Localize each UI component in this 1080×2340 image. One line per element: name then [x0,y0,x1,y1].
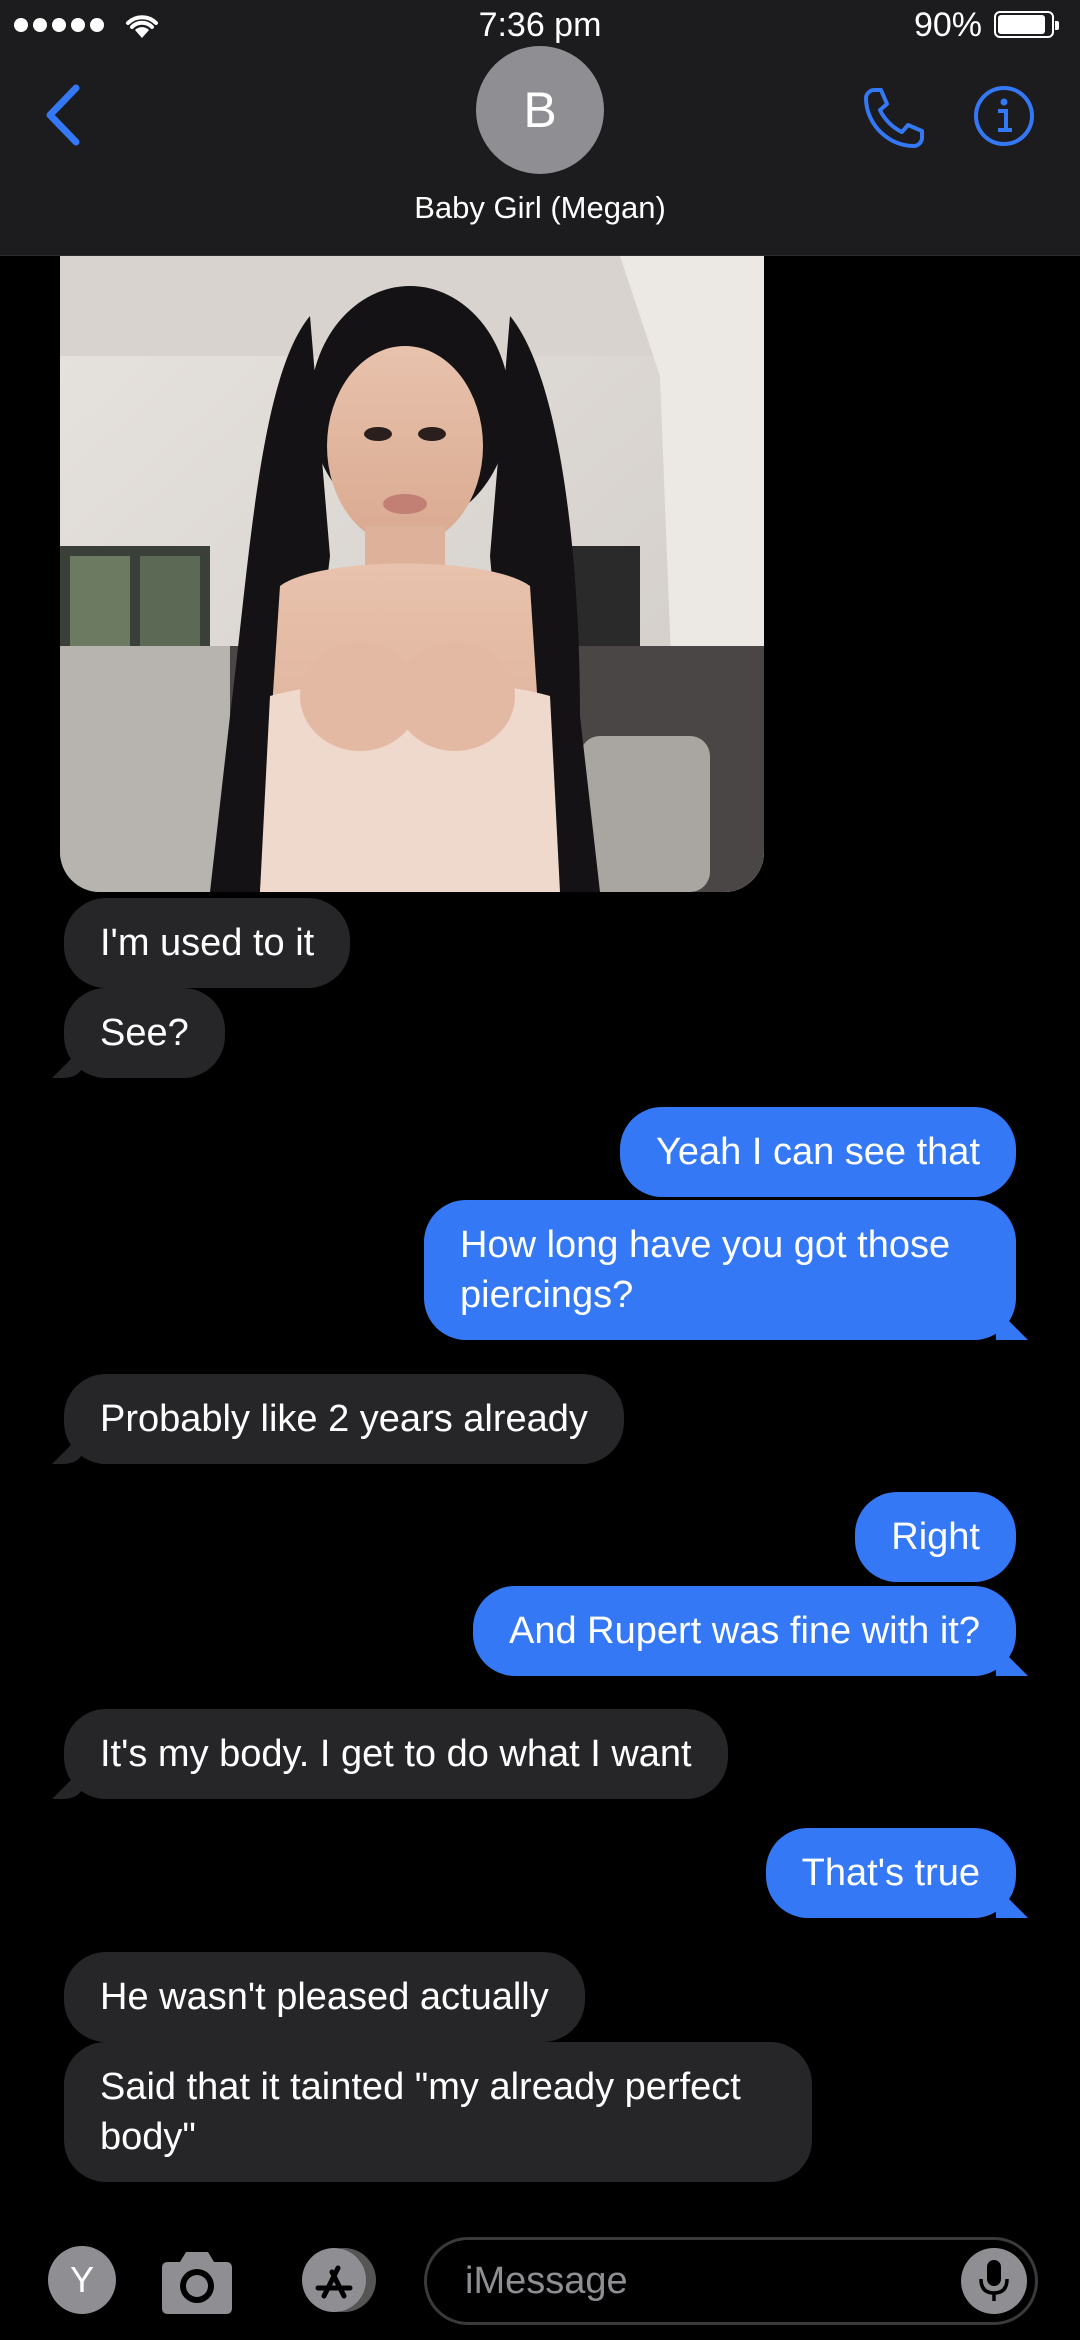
microphone-icon[interactable] [961,2248,1027,2314]
contact-avatar[interactable]: B [476,46,604,174]
contact-name[interactable]: Baby Girl (Megan) [0,190,1080,226]
message-incoming[interactable]: It's my body. I get to do what I want [64,1709,728,1799]
message-incoming[interactable]: Probably like 2 years already [64,1374,624,1464]
message-outgoing[interactable]: Right [855,1492,1016,1582]
battery-icon [994,11,1059,38]
conversation-header: 7:36 pm 90% B Baby Girl (Megan) [0,0,1080,256]
avatar-initial: B [523,82,557,138]
photo [60,256,764,892]
message-outgoing[interactable]: And Rupert was fine with it? [472,1586,1016,1676]
app-icon-letter: Y [69,2259,94,2300]
image-message[interactable] [60,256,764,892]
message-input[interactable] [465,2240,945,2322]
message-outgoing[interactable]: Yeah I can see that [620,1107,1016,1197]
phone-icon[interactable] [860,84,928,152]
message-incoming[interactable]: I'm used to it [64,898,351,988]
status-bar: 7:36 pm 90% [0,0,1080,50]
imessage-field[interactable] [424,2237,1038,2325]
battery-percentage: 90% [913,6,982,44]
app-store-icon[interactable] [288,2246,384,2314]
message-outgoing[interactable]: How long have you got those piercings? [424,1200,1016,1340]
message-outgoing[interactable]: That's true [765,1828,1016,1918]
back-chevron-icon[interactable] [36,80,96,150]
message-incoming[interactable]: See? [64,988,225,1078]
message-incoming[interactable]: Said that it tainted "my already perfect… [64,2042,812,2182]
info-icon[interactable] [972,84,1036,148]
message-incoming[interactable]: He wasn't pleased actually [64,1952,585,2042]
camera-icon[interactable] [158,2248,236,2316]
app-drawer-button[interactable]: Y [48,2246,116,2314]
